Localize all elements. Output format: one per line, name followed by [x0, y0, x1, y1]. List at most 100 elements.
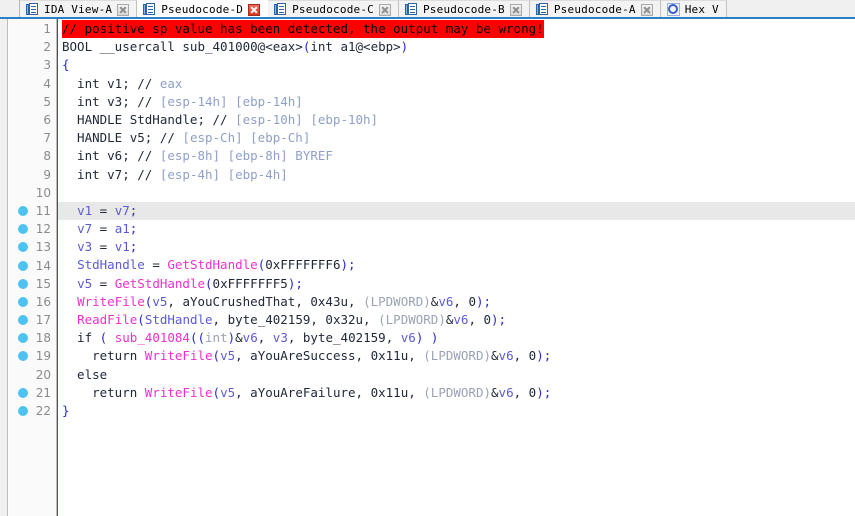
code-line[interactable]: HANDLE StdHandle; // [esp-10h] [ebp-10h]: [58, 111, 855, 129]
gutter-line[interactable]: 4: [9, 75, 56, 93]
gutter-line[interactable]: 1: [9, 20, 56, 38]
breakpoint-dot-icon[interactable]: [18, 260, 28, 271]
gutter-line[interactable]: 2: [9, 38, 56, 56]
code-token: v5: [77, 275, 93, 291]
code-line[interactable]: v1 = v7;: [58, 201, 855, 221]
close-icon-red[interactable]: [248, 3, 261, 16]
gutter-line[interactable]: 18: [9, 329, 56, 347]
line-number: 14: [35, 258, 51, 273]
close-icon[interactable]: [509, 3, 522, 16]
tab-pseudocode-a[interactable]: Pseudocode-A: [529, 0, 661, 17]
code-line[interactable]: return WriteFile(v5, aYouAreSuccess, 0x1…: [58, 347, 855, 365]
code-line[interactable]: StdHandle = GetStdHandle(0xFFFFFFF6);: [58, 256, 855, 274]
breakpoint-dot-icon[interactable]: [18, 406, 28, 417]
code-pane[interactable]: // positive sp value has been detected, …: [57, 19, 855, 516]
code-token: =: [92, 202, 115, 218]
code-line[interactable]: [58, 184, 855, 202]
code-line[interactable]: int v3; // [esp-14h] [ebp-14h]: [58, 93, 855, 111]
line-number: 20: [35, 367, 51, 382]
code-token: GetStdHandle: [114, 275, 206, 291]
code-line[interactable]: BOOL __usercall sub_401000@<eax>(int a1@…: [58, 38, 855, 56]
code-token: (: [144, 293, 153, 309]
breakpoint-dot-icon[interactable]: [18, 296, 28, 307]
code-line[interactable]: int v7; // [esp-4h] [ebp-4h]: [58, 166, 855, 184]
close-icon[interactable]: [378, 3, 391, 16]
code-line[interactable]: v3 = v1;: [58, 238, 855, 256]
code-token: (: [212, 384, 221, 400]
code-line[interactable]: v5 = GetStdHandle(0xFFFFFFF5);: [58, 275, 855, 293]
code-line[interactable]: return WriteFile(v5, aYouAreFailure, 0x1…: [58, 384, 855, 402]
code-line[interactable]: // positive sp value has been detected, …: [58, 20, 855, 39]
code-token: ((: [189, 330, 206, 346]
code-token: &: [491, 384, 499, 400]
code-line[interactable]: WriteFile(v5, aYouCrushedThat, 0x43u, (L…: [58, 293, 855, 311]
breakpoint-dot-icon[interactable]: [18, 242, 28, 253]
breakpoint-dot-icon[interactable]: [18, 278, 28, 289]
line-number: 7: [43, 131, 51, 146]
gutter-line[interactable]: 15: [9, 275, 56, 293]
gutter-line[interactable]: 13: [9, 238, 56, 256]
code-token: (LPDWORD): [378, 312, 446, 327]
code-token: , byte_402159, 0x32u,: [212, 312, 379, 327]
gutter-line[interactable]: 14: [9, 256, 56, 274]
gutter-line[interactable]: 17: [9, 311, 56, 329]
tab-ida-view-a[interactable]: IDA View-A: [20, 0, 138, 17]
breakpoint-dot-icon[interactable]: [18, 387, 28, 398]
breakpoint-dot-icon[interactable]: [18, 224, 28, 235]
gutter-line[interactable]: 12: [9, 220, 56, 238]
code-line[interactable]: if ( sub_401084((int) & v6, v3, byte_40215…: [58, 329, 855, 347]
gutter-line[interactable]: 6: [9, 111, 56, 129]
tab-pseudocode-b[interactable]: Pseudocode-B: [398, 0, 530, 17]
line-number: 16: [35, 294, 51, 309]
gutter-line[interactable]: 22: [9, 402, 56, 420]
code-token: HANDLE StdHandle;: [62, 111, 213, 127]
code-token: ,: [257, 330, 273, 346]
code-token: (: [137, 312, 145, 327]
tab-label: Hex V: [684, 3, 719, 16]
code-token: ): [400, 39, 409, 55]
gutter-line[interactable]: 20: [9, 366, 56, 384]
gutter-line[interactable]: 3: [9, 56, 56, 74]
code-line[interactable]: v7 = a1;: [58, 220, 855, 238]
gutter-line[interactable]: 8: [9, 147, 56, 165]
code-line[interactable]: }: [58, 402, 855, 420]
code-token: );: [491, 312, 507, 327]
breakpoint-dot-icon[interactable]: [18, 205, 28, 216]
breakpoint-dot-icon[interactable]: [18, 351, 28, 362]
gutter-line[interactable]: 9: [9, 166, 56, 184]
gutter-line[interactable]: 16: [9, 293, 56, 311]
gutter-line[interactable]: 10: [9, 184, 56, 202]
gutter-line[interactable]: 5: [9, 93, 56, 111]
code-token: else: [62, 366, 108, 382]
gutter-line[interactable]: 11: [9, 202, 56, 220]
code-token: //: [137, 166, 160, 182]
code-token: v3: [272, 330, 288, 346]
line-number: 9: [43, 167, 51, 182]
code-line[interactable]: ReadFile(StdHandle, byte_402159, 0x32u, …: [58, 311, 855, 329]
code-token: &: [491, 348, 499, 364]
close-icon[interactable]: [640, 3, 653, 16]
code-line[interactable]: int v6; // [esp-8h] [ebp-8h] BYREF: [58, 147, 855, 165]
tab-hex-v[interactable]: Hex V: [660, 0, 727, 17]
gutter-line[interactable]: 7: [9, 129, 56, 147]
code-line[interactable]: {: [58, 56, 855, 74]
code-line[interactable]: int v1; // eax: [58, 75, 855, 93]
code-token: =: [92, 275, 115, 291]
close-icon[interactable]: [117, 3, 130, 16]
breakpoint-dot-icon[interactable]: [18, 333, 28, 344]
line-number: 17: [35, 313, 51, 328]
code-line[interactable]: HANDLE v5; // [esp-Ch] [ebp-Ch]: [58, 129, 855, 147]
line-number-gutter[interactable]: 1 2 3 4 5 6 7 8 9 10 11 12 13 14 15 16 17 18 19 20 21 22: [9, 19, 57, 516]
tab-pseudocode-c[interactable]: Pseudocode-C: [268, 0, 399, 17]
tab-pseudocode-d[interactable]: Pseudocode-D: [137, 0, 269, 17]
gutter-line[interactable]: 19: [9, 347, 56, 365]
gutter-line[interactable]: 21: [9, 384, 56, 402]
code-token: [esp-8h] [ebp-8h] BYREF: [159, 148, 333, 164]
code-line[interactable]: else: [58, 366, 855, 384]
code-token: &: [430, 293, 439, 309]
breakpoint-dot-icon[interactable]: [18, 315, 28, 326]
code-token: (: [257, 257, 266, 273]
line-number: 12: [35, 222, 51, 237]
